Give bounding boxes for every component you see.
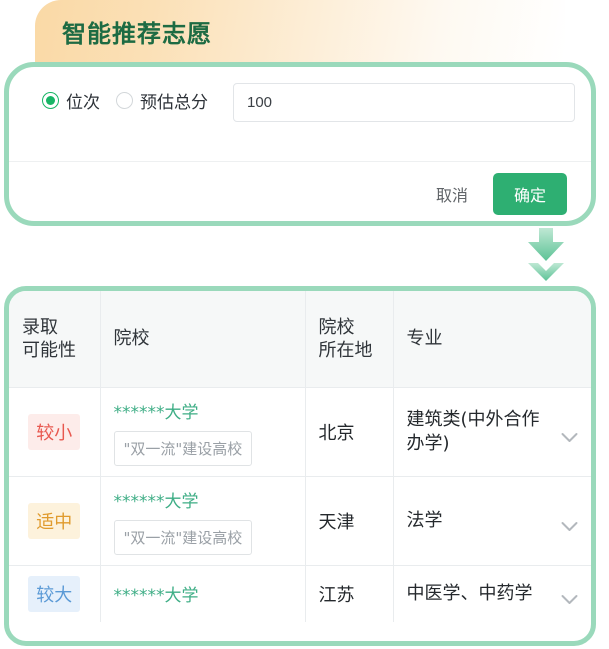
- cell-school: ******大学 "双一流"建设高校: [100, 387, 306, 477]
- table-head: 录取 可能性 院校 院校 所在地 专业: [9, 291, 591, 388]
- table-body: 较小 ******大学 "双一流"建设高校 北京 建筑类(中外合作办学) 适中: [9, 387, 591, 622]
- header-banner: 智能推荐志愿: [35, 0, 565, 62]
- recommendation-table: 录取 可能性 院校 院校 所在地 专业 较小 ******大学 "双一流"建设高…: [4, 286, 596, 646]
- cell-probability: 适中: [9, 476, 101, 566]
- table-row: 适中 ******大学 "双一流"建设高校 天津 法学: [9, 476, 591, 566]
- radio-label-estimated-score: 预估总分: [140, 93, 208, 113]
- major-text: 建筑类(中外合作办学): [406, 408, 540, 454]
- column-header-probability-line1: 录取: [22, 316, 58, 338]
- school-link[interactable]: ******大学: [114, 398, 199, 423]
- score-mode-radio-group: 位次 预估总分: [42, 88, 208, 113]
- radio-option-rank[interactable]: 位次: [42, 88, 100, 113]
- column-header-probability-line2: 可能性: [22, 339, 76, 361]
- cancel-button[interactable]: 取消: [430, 178, 474, 210]
- cell-location: 江苏: [305, 565, 394, 622]
- cell-school: ******大学 "双一流"建设高校: [100, 476, 306, 566]
- cell-major: 建筑类(中外合作办学): [393, 387, 591, 477]
- dialog-footer: 取消 确定: [9, 162, 591, 225]
- school-tag: "双一流"建设高校: [113, 430, 253, 466]
- confirm-button[interactable]: 确定: [492, 172, 567, 215]
- arrow-down-double-icon: [518, 228, 574, 283]
- cell-location: 天津: [305, 476, 394, 566]
- cell-school: ******大学: [100, 565, 306, 622]
- cell-probability: 较大: [9, 565, 101, 622]
- table: 录取 可能性 院校 院校 所在地 专业 较小 ******大学 "双一流"建设高…: [9, 291, 591, 622]
- cell-probability: 较小: [9, 387, 101, 477]
- dialog-body: 位次 预估总分: [9, 67, 591, 162]
- column-header-location: 院校 所在地: [305, 291, 394, 388]
- radio-dot-estimated-score[interactable]: [116, 92, 133, 109]
- major-text: 法学: [406, 509, 443, 531]
- column-header-school: 院校: [100, 291, 306, 388]
- column-header-location-line2: 所在地: [318, 339, 373, 361]
- status-badge: 适中: [28, 502, 81, 539]
- table-row: 较大 ******大学 江苏 中医学、中药学: [9, 565, 591, 622]
- chevron-down-icon[interactable]: [561, 426, 578, 442]
- major-text: 中医学、中药学: [406, 582, 533, 604]
- school-link[interactable]: ******大学: [114, 581, 199, 606]
- column-header-major: 专业: [393, 291, 591, 388]
- radio-option-estimated-score[interactable]: 预估总分: [116, 88, 208, 113]
- page-title: 智能推荐志愿: [62, 19, 212, 48]
- status-badge: 较大: [28, 575, 81, 612]
- status-badge: 较小: [28, 413, 81, 450]
- school-tag: "双一流"建设高校: [113, 519, 253, 555]
- cell-location: 北京: [305, 387, 394, 477]
- radio-dot-rank[interactable]: [42, 92, 59, 109]
- score-input[interactable]: [233, 83, 575, 122]
- table-header-row: 录取 可能性 院校 院校 所在地 专业: [9, 291, 591, 388]
- radio-label-rank: 位次: [66, 93, 100, 113]
- chevron-down-icon[interactable]: [561, 515, 578, 531]
- school-link[interactable]: ******大学: [114, 487, 199, 512]
- cell-major: 法学: [393, 476, 591, 566]
- chevron-down-icon[interactable]: [561, 588, 578, 604]
- cell-major: 中医学、中药学: [393, 565, 591, 622]
- column-header-probability: 录取 可能性: [9, 291, 101, 388]
- recommend-dialog: 位次 预估总分 取消 确定: [4, 62, 596, 226]
- column-header-location-line1: 院校: [318, 316, 355, 338]
- table-row: 较小 ******大学 "双一流"建设高校 北京 建筑类(中外合作办学): [9, 387, 591, 477]
